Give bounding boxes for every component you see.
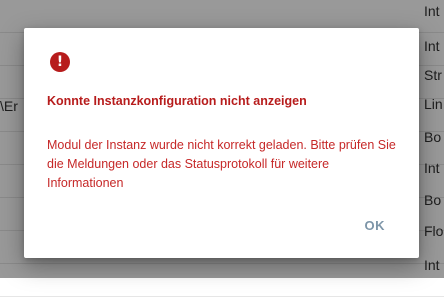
error-dialog: ! Konnte Instanzkonfiguration nicht anze… (24, 28, 419, 258)
dialog-message: Modul der Instanz wurde nicht korrekt ge… (47, 138, 396, 190)
ok-button[interactable]: OK (359, 214, 392, 237)
dialog-title: Konnte Instanzkonfiguration nicht anzeig… (47, 94, 307, 108)
error-icon: ! (50, 52, 70, 72)
